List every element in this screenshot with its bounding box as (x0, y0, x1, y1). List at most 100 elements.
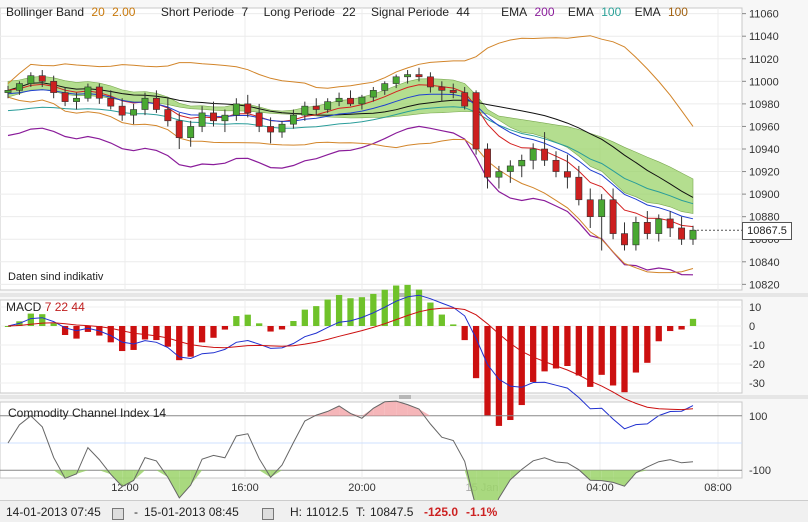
macd-legend: MACD 7 22 44 (6, 300, 85, 314)
candle-body (347, 97, 354, 105)
x-tick-label: 08:00 (704, 482, 732, 494)
macd-histogram-bar (256, 323, 263, 326)
date-from[interactable]: 14-01-2013 07:45 (6, 505, 101, 519)
candle-body (4, 90, 12, 93)
candle-body (461, 92, 469, 107)
macd-histogram-bar (450, 324, 457, 326)
calendar-from-icon[interactable] (112, 506, 124, 520)
candle-body (586, 199, 594, 217)
macd-histogram-bar (644, 326, 651, 363)
macd-histogram-bar (221, 326, 229, 330)
candle-body (666, 218, 674, 229)
candle (472, 90, 480, 155)
candle-body (244, 103, 252, 114)
candle-body (61, 92, 69, 102)
candle-body (404, 74, 412, 78)
macd-histogram-bar (621, 326, 628, 393)
y-tick-label: 10940 (749, 144, 780, 156)
candle-body (267, 126, 275, 133)
candle-body (210, 112, 217, 122)
macd-histogram-bar (404, 284, 411, 326)
price-chart-svg[interactable]: 12:0016:0020:0015 Jan04:0008:00110601104… (0, 0, 808, 500)
candle-body (438, 86, 446, 91)
candle-body (506, 165, 514, 172)
macd-histogram-bar (655, 326, 662, 342)
short-periode-value: 7 (241, 5, 249, 19)
x-tick-label: 04:00 (586, 482, 614, 494)
macd-histogram-bar (50, 323, 57, 326)
ema1-label: EMA (501, 5, 528, 19)
macd-histogram-bar (153, 326, 160, 341)
footer-bar: 14-01-2013 07:45 - 15-01-2013 08:45 H: 1… (0, 500, 808, 522)
indicator-legend: Bollinger Band 20 2.00 Short Periode 7 L… (6, 5, 692, 21)
macd-histogram-bar (210, 326, 217, 338)
macd-histogram-bar (587, 326, 594, 387)
candle-body (358, 96, 366, 105)
indicative-note: Daten sind indikativ (8, 271, 104, 283)
y-tick-label: 11000 (749, 76, 779, 88)
macd-histogram-bar (667, 326, 674, 332)
macd-histogram-bar (427, 302, 434, 326)
low-label: T: (356, 505, 366, 519)
date-to[interactable]: 15-01-2013 08:45 (144, 505, 239, 519)
macd-histogram-bar (244, 314, 251, 326)
candle-body (609, 199, 617, 234)
macd-histogram-bar (358, 297, 366, 326)
ema2-label: EMA (567, 5, 594, 19)
macd-label: MACD (6, 300, 42, 314)
macd-histogram-bar (39, 314, 46, 326)
candle-body (541, 148, 549, 161)
candle-body (415, 74, 423, 78)
candle-body (164, 109, 172, 122)
x-tick-label: 16:00 (231, 482, 259, 494)
change-percent: -1.1% (466, 505, 498, 519)
candle-body (130, 109, 138, 116)
y-tick-label: 11040 (749, 31, 779, 43)
ema3-label: EMA (634, 5, 661, 19)
candle-body (141, 97, 149, 110)
macd-param3: 44 (71, 300, 85, 314)
candle-body (221, 114, 229, 122)
candle-body (563, 171, 571, 178)
candle-body (73, 97, 80, 102)
candle-body (232, 103, 240, 116)
macd-histogram-bar (530, 326, 537, 382)
macd-tick-label: 0 (749, 321, 755, 333)
candle-body (50, 81, 58, 93)
high-value: 11012.5 (306, 505, 349, 519)
candle-body (107, 97, 115, 107)
candle-body (678, 227, 686, 240)
macd-tick-label: -20 (749, 359, 765, 371)
candle-body (632, 222, 640, 246)
macd-histogram-bar (141, 326, 149, 340)
macd-histogram-bar (552, 326, 560, 369)
cci-tick-label: -100 (749, 465, 771, 477)
y-tick-label: 10960 (749, 121, 780, 133)
signal-periode-value: 44 (456, 5, 470, 19)
ema2-value: 100 (601, 5, 622, 19)
cci-label: Commodity Channel Index (8, 406, 150, 420)
candle-body (15, 83, 23, 91)
macd-param1: 7 (44, 300, 52, 314)
candle-body (426, 76, 434, 88)
candle-body (575, 176, 583, 201)
long-periode-value: 22 (342, 5, 356, 19)
candle-body (655, 218, 663, 234)
candle-body (301, 105, 309, 116)
macd-histogram-bar (324, 299, 331, 326)
chart-root: { "header": { "bb_label": "Bollinger Ban… (0, 0, 808, 522)
ema1-value: 200 (534, 5, 555, 19)
y-tick-label: 10980 (749, 99, 780, 111)
last-price-box: 10867.5 (742, 222, 792, 240)
y-tick-label: 10840 (749, 257, 780, 269)
ema3-value: 100 (667, 5, 688, 19)
calendar-to-icon[interactable] (262, 506, 274, 520)
macd-histogram-bar (678, 326, 685, 330)
macd-histogram-bar (187, 326, 194, 357)
candle-body (621, 233, 628, 246)
macd-histogram-bar (313, 306, 320, 326)
macd-histogram-bar (370, 293, 377, 326)
macd-histogram-bar (575, 326, 582, 376)
candle-body (175, 120, 183, 139)
macd-histogram-bar (278, 326, 286, 330)
